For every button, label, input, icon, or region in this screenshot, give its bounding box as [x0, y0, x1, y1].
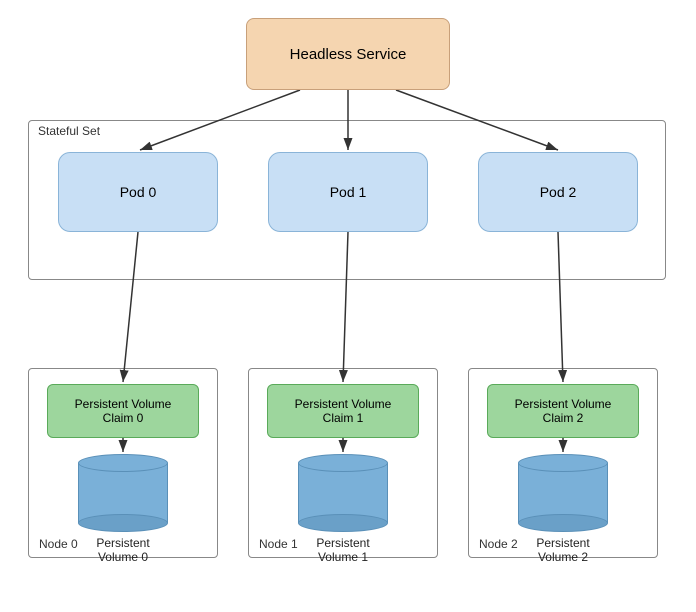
pv-2-container: PersistentVolume 2 [487, 454, 639, 564]
pv-2-cylinder [518, 454, 608, 532]
pv-0-label: PersistentVolume 0 [96, 536, 149, 564]
headless-service-box: Headless Service [246, 18, 450, 90]
headless-service-label: Headless Service [290, 46, 407, 63]
pv-0-cylinder [78, 454, 168, 532]
stateful-set-label: Stateful Set [38, 124, 100, 138]
pv-0-cylinder-top [78, 454, 168, 472]
pv-2-cylinder-bottom [518, 514, 608, 532]
pvc-0-box: Persistent VolumeClaim 0 [47, 384, 199, 438]
pod-2-label: Pod 2 [540, 184, 577, 200]
pv-2-label: PersistentVolume 2 [536, 536, 589, 564]
pv-1-cylinder-bottom [298, 514, 388, 532]
pv-1-label: PersistentVolume 1 [316, 536, 369, 564]
pvc-1-label: Persistent VolumeClaim 1 [295, 397, 392, 425]
pod-0-label: Pod 0 [120, 184, 157, 200]
pvc-2-label: Persistent VolumeClaim 2 [515, 397, 612, 425]
pod-2-box: Pod 2 [478, 152, 638, 232]
pod-0-box: Pod 0 [58, 152, 218, 232]
pv-0-container: PersistentVolume 0 [47, 454, 199, 564]
pod-1-box: Pod 1 [268, 152, 428, 232]
diagram: Headless Service Stateful Set Pod 0 Pod … [0, 0, 696, 612]
pv-1-container: PersistentVolume 1 [267, 454, 419, 564]
pv-1-cylinder [298, 454, 388, 532]
pvc-2-box: Persistent VolumeClaim 2 [487, 384, 639, 438]
pvc-0-label: Persistent VolumeClaim 0 [75, 397, 172, 425]
pvc-1-box: Persistent VolumeClaim 1 [267, 384, 419, 438]
pv-2-cylinder-top [518, 454, 608, 472]
pv-1-cylinder-top [298, 454, 388, 472]
pod-1-label: Pod 1 [330, 184, 367, 200]
pv-0-cylinder-bottom [78, 514, 168, 532]
